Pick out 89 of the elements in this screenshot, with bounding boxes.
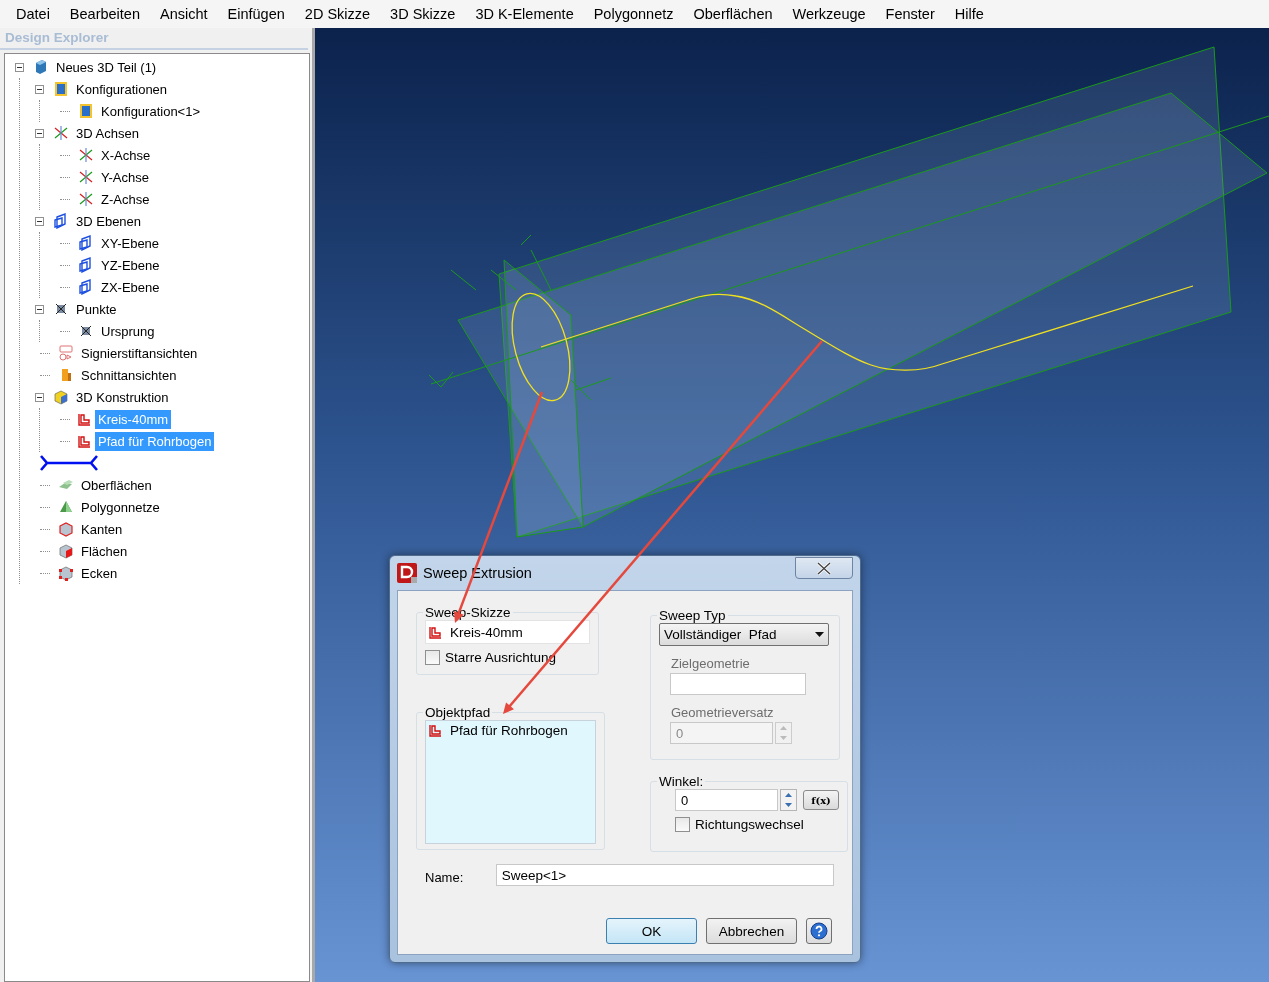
menu-item[interactable]: Polygonnetz	[583, 6, 684, 22]
collapse-toggle[interactable]	[35, 392, 44, 402]
sketch-icon	[78, 412, 91, 426]
tree-item[interactable]: Signierstiftansichten	[78, 343, 201, 363]
tree-item[interactable]: X-Achse	[98, 145, 154, 165]
spin-buttons[interactable]	[780, 789, 797, 811]
tree-item[interactable]: Schnittansichten	[78, 365, 180, 385]
field-value: Kreis-40mm	[450, 624, 523, 640]
point-icon	[78, 323, 94, 339]
tree-item[interactable]: Neues 3D Teil (1)	[53, 57, 160, 77]
help-icon	[810, 922, 828, 940]
cube-icon	[53, 389, 69, 405]
menu-item[interactable]: Werkzeuge	[782, 6, 876, 22]
collapse-toggle[interactable]	[35, 304, 44, 314]
group-legend: Objektpfad	[423, 705, 493, 720]
cube-icon	[58, 521, 74, 537]
tree-item[interactable]: 3D Konstruktion	[73, 387, 172, 407]
pyramid-icon	[58, 499, 74, 515]
plane-icon	[78, 257, 94, 273]
collapse-toggle[interactable]	[35, 216, 44, 226]
tree-item[interactable]: 3D Achsen	[73, 123, 142, 143]
sketch-icon	[429, 625, 442, 639]
tree-item[interactable]: Punkte	[73, 299, 120, 319]
tree-item[interactable]: Flächen	[78, 541, 131, 561]
group-legend: Winkel:	[657, 774, 706, 789]
solid-icon	[33, 59, 49, 75]
close-button[interactable]	[795, 557, 853, 579]
collapse-toggle[interactable]	[15, 62, 24, 72]
tree-item[interactable]: ZX-Ebene	[98, 277, 163, 297]
dialog-button[interactable]: OK	[606, 918, 697, 944]
caret-icon	[815, 632, 824, 637]
menu-item[interactable]: Einfügen	[217, 6, 295, 22]
checkbox[interactable]	[425, 650, 440, 665]
sketch-field[interactable]: Kreis-40mm	[425, 620, 590, 644]
menu-item[interactable]: 3D Skizze	[380, 6, 466, 22]
group-legend: Sweep Typ	[657, 608, 728, 623]
tree-item[interactable]: Z-Achse	[98, 189, 153, 209]
checkbox-label: Richtungswechsel	[695, 817, 804, 832]
input-field[interactable]: 0	[675, 789, 778, 811]
plane-icon	[53, 213, 69, 229]
menu-item[interactable]: Datei	[6, 6, 60, 22]
tree-item[interactable]: Ecken	[78, 563, 121, 583]
sketch-icon	[78, 434, 91, 448]
menu-item[interactable]: Ansicht	[150, 6, 218, 22]
grid-icon	[78, 103, 94, 119]
checkbox[interactable]	[675, 817, 690, 832]
close-icon	[817, 561, 831, 575]
tree-item[interactable]: Kanten	[78, 519, 126, 539]
menu-item[interactable]: Oberflächen	[683, 6, 783, 22]
field-label: Zielgeometrie	[671, 656, 751, 671]
dimension-drawing	[39, 453, 99, 473]
tree-item[interactable]: Konfigurationen	[73, 79, 171, 99]
app-logo-icon	[397, 563, 417, 583]
axes-icon	[53, 125, 69, 141]
collapse-toggle[interactable]	[35, 128, 44, 138]
axes-icon	[78, 191, 94, 207]
cube-icon	[58, 565, 74, 581]
field-label: Name:	[424, 869, 465, 885]
menu-item[interactable]: 3D K-Elemente	[465, 6, 584, 22]
tree-item[interactable]: 3D Ebenen	[73, 211, 145, 231]
menu-item[interactable]: 2D Skizze	[294, 6, 381, 22]
tree-item[interactable]: Ursprung	[98, 321, 158, 341]
markup-icon	[58, 345, 74, 361]
dialog-button[interactable]: Abbrechen	[706, 918, 797, 944]
grid-icon	[53, 81, 69, 97]
menu-item[interactable]: Fenster	[875, 6, 945, 22]
formula-button[interactable]: f(x)	[803, 790, 839, 810]
menu-item[interactable]: Bearbeiten	[59, 6, 150, 22]
plane-icon	[78, 235, 94, 251]
cube-icon	[58, 543, 74, 559]
plane-icon	[78, 279, 94, 295]
axes-icon	[78, 169, 94, 185]
dropdown[interactable]: Vollständiger Pfad	[659, 623, 829, 646]
field-label: Geometrieversatz	[671, 705, 775, 720]
help-button[interactable]	[806, 918, 832, 944]
tree-item[interactable]: XY-Ebene	[98, 233, 163, 253]
collapse-toggle[interactable]	[35, 84, 44, 94]
tree-item[interactable]: YZ-Ebene	[98, 255, 163, 275]
tree-item[interactable]: Konfiguration<1>	[98, 101, 204, 121]
tree-item[interactable]: Oberflächen	[78, 475, 155, 495]
tree-item[interactable]: Polygonnetze	[78, 497, 163, 517]
panel-title: Design Explorer	[0, 28, 308, 50]
point-icon	[53, 301, 69, 317]
list-item[interactable]: Pfad für Rohrbogen	[450, 723, 568, 738]
axes-icon	[78, 147, 94, 163]
tree-item[interactable]: Y-Achse	[98, 167, 152, 187]
input-field[interactable]: Sweep<1>	[495, 864, 834, 886]
menu-item[interactable]: Hilfe	[944, 6, 994, 22]
sketch-icon	[429, 724, 442, 737]
